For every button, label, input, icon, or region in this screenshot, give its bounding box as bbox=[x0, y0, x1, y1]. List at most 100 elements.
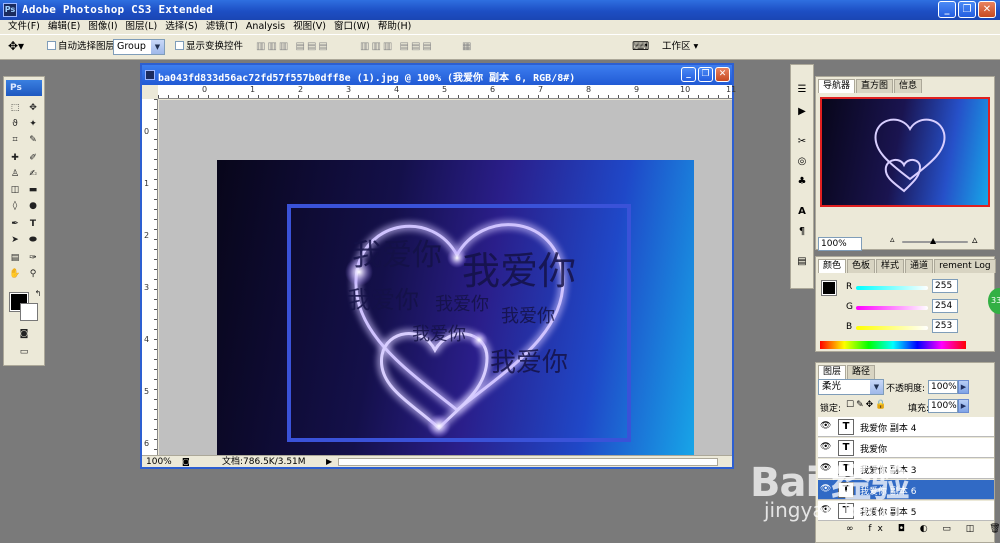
auto-select-checkbox[interactable] bbox=[47, 41, 56, 50]
vertical-ruler[interactable]: 0 1 2 3 4 5 6 bbox=[142, 99, 158, 455]
channel-b-slider[interactable] bbox=[856, 326, 928, 330]
visibility-eye-icon[interactable]: 👁 bbox=[820, 421, 832, 431]
horizontal-scrollbar[interactable] bbox=[338, 458, 718, 466]
tool-presets-icon[interactable]: ▶ bbox=[794, 105, 810, 119]
clone-source-icon[interactable]: ♣ bbox=[794, 175, 810, 189]
eyedropper-tool-icon[interactable]: ✑ bbox=[25, 251, 41, 265]
brush-tool-icon[interactable]: ✐ bbox=[25, 151, 41, 165]
tab-color[interactable]: 颜色 bbox=[818, 259, 847, 273]
tab-info[interactable]: 信息 bbox=[894, 79, 923, 93]
history-panel-icon[interactable]: ◎ bbox=[794, 155, 810, 169]
type-tool-icon[interactable]: T bbox=[25, 217, 41, 231]
menu-view[interactable]: 视图(V) bbox=[289, 20, 330, 34]
gradient-tool-icon[interactable]: ▬ bbox=[25, 183, 41, 197]
brushes-panel-icon[interactable]: ☰ bbox=[794, 83, 810, 97]
doc-restore-button[interactable]: ❐ bbox=[698, 67, 713, 82]
swap-colors-icon[interactable]: ↰ bbox=[30, 287, 46, 301]
layer-row-selected[interactable]: 👁 T 我爱你 副本 6 bbox=[818, 480, 994, 500]
color-ramp[interactable] bbox=[820, 341, 966, 349]
visibility-eye-icon[interactable]: 👁 bbox=[820, 463, 832, 473]
path-select-tool-icon[interactable]: ➤ bbox=[7, 233, 23, 247]
navigator-preview[interactable] bbox=[820, 97, 990, 207]
horizontal-ruler[interactable]: 0 1 2 3 4 5 6 7 8 9 10 11 bbox=[158, 85, 736, 99]
status-options-icon[interactable]: ◙ bbox=[182, 456, 190, 468]
distribute-buttons-group[interactable]: ▥▥▥ ▤▤▤ bbox=[360, 41, 434, 52]
visibility-eye-icon[interactable]: 👁 bbox=[820, 484, 832, 494]
status-menu-arrow-icon[interactable]: ▶ bbox=[326, 456, 332, 468]
doc-minimize-button[interactable]: _ bbox=[681, 67, 696, 82]
zoom-in-icon[interactable]: ▵ bbox=[972, 233, 978, 246]
layer-row[interactable]: 👁 T 我爱你 bbox=[818, 438, 994, 458]
fill-field[interactable]: 100% bbox=[928, 399, 958, 413]
fill-arrow-icon[interactable]: ▶ bbox=[958, 399, 969, 413]
zoom-tool-icon[interactable]: ⚲ bbox=[25, 267, 41, 281]
show-transform-checkbox[interactable] bbox=[175, 41, 184, 50]
align-buttons-group[interactable]: ▥▥▥ ▤▤▤ bbox=[256, 41, 330, 52]
menu-edit[interactable]: 编辑(E) bbox=[44, 20, 84, 34]
tab-layers[interactable]: 图层 bbox=[818, 365, 847, 379]
menu-help[interactable]: 帮助(H) bbox=[374, 20, 416, 34]
bridge-icon[interactable]: ⌨ bbox=[632, 39, 649, 53]
pen-tool-icon[interactable]: ✒ bbox=[7, 217, 23, 231]
channel-b-value[interactable]: 253 bbox=[932, 319, 958, 333]
auto-select-option[interactable]: 自动选择图层 bbox=[47, 40, 115, 54]
visibility-eye-icon[interactable]: 👁 bbox=[820, 505, 832, 515]
restore-button[interactable]: ❐ bbox=[958, 1, 976, 18]
shape-tool-icon[interactable]: ⬬ bbox=[25, 233, 41, 247]
workspace-button[interactable]: 工作区 ▾ bbox=[662, 40, 698, 54]
lasso-tool-icon[interactable]: ϑ bbox=[7, 117, 23, 131]
tab-styles[interactable]: 样式 bbox=[876, 259, 905, 273]
tab-paths[interactable]: 路径 bbox=[847, 365, 876, 379]
menu-analysis[interactable]: Analysis bbox=[242, 20, 289, 34]
menu-window[interactable]: 窗口(W) bbox=[330, 20, 374, 34]
menu-layer[interactable]: 图层(L) bbox=[122, 20, 162, 34]
navigator-zoom-field[interactable]: 100% bbox=[818, 237, 862, 251]
tab-measurement-log[interactable]: rement Log bbox=[934, 259, 996, 273]
menu-image[interactable]: 图像(I) bbox=[84, 20, 121, 34]
channel-r-slider[interactable] bbox=[856, 286, 928, 290]
channel-r-value[interactable]: 255 bbox=[932, 279, 958, 293]
character-panel-icon[interactable]: A bbox=[794, 205, 810, 219]
notes-tool-icon[interactable]: ▤ bbox=[7, 251, 23, 265]
healing-brush-tool-icon[interactable]: ✚ bbox=[7, 151, 23, 165]
menu-filter[interactable]: 滤镜(T) bbox=[202, 20, 242, 34]
crop-tool-icon[interactable]: ⌗ bbox=[7, 133, 23, 147]
marquee-tool-icon[interactable]: ⬚ bbox=[7, 101, 23, 115]
tab-navigator[interactable]: 导航器 bbox=[818, 79, 856, 93]
auto-select-mode-dropdown[interactable]: Group ▼ bbox=[113, 39, 165, 55]
quick-mask-icon[interactable]: ◙ bbox=[16, 327, 32, 341]
screen-mode-icon[interactable]: ▭ bbox=[16, 345, 32, 359]
move-tool-preset-icon[interactable]: ✥▾ bbox=[8, 39, 24, 53]
blur-tool-icon[interactable]: ◊ bbox=[7, 199, 23, 213]
show-transform-option[interactable]: 显示变换控件 bbox=[175, 40, 243, 54]
visibility-eye-icon[interactable]: 👁 bbox=[820, 442, 832, 452]
color-fg-swatch[interactable] bbox=[821, 280, 837, 296]
blend-mode-dropdown[interactable]: 柔光 ▼ bbox=[818, 379, 884, 395]
doc-zoom-value[interactable]: 100% bbox=[146, 456, 172, 468]
move-tool-icon[interactable]: ✥ bbox=[25, 101, 41, 115]
paragraph-panel-icon[interactable]: ¶ bbox=[794, 225, 810, 239]
tab-swatches[interactable]: 色板 bbox=[847, 259, 876, 273]
slice-tool-icon[interactable]: ✎ bbox=[25, 133, 41, 147]
close-button[interactable]: ✕ bbox=[978, 1, 996, 18]
zoom-out-icon[interactable]: ▵ bbox=[890, 235, 895, 245]
auto-align-button[interactable]: ▦ bbox=[462, 41, 473, 52]
artwork-image[interactable]: 我爱你 我爱你 我爱你 我爱你 我爱你 我爱你 我爱你 bbox=[217, 160, 694, 463]
magic-wand-tool-icon[interactable]: ✦ bbox=[25, 117, 41, 131]
layer-comps-icon[interactable]: ▤ bbox=[794, 255, 810, 269]
background-color-swatch[interactable] bbox=[20, 303, 38, 321]
canvas-area[interactable]: 我爱你 我爱你 我爱你 我爱你 我爱你 我爱你 我爱你 bbox=[159, 100, 732, 463]
opacity-arrow-icon[interactable]: ▶ bbox=[958, 380, 969, 394]
menu-file[interactable]: 文件(F) bbox=[4, 20, 44, 34]
layer-row[interactable]: 👁 T 我爱你 副本 3 bbox=[818, 459, 994, 479]
hand-tool-icon[interactable]: ✋ bbox=[7, 267, 23, 281]
history-brush-tool-icon[interactable]: ✍ bbox=[25, 167, 41, 181]
opacity-field[interactable]: 100% bbox=[928, 380, 958, 394]
clone-stamp-tool-icon[interactable]: ♙ bbox=[7, 167, 23, 181]
channel-g-slider[interactable] bbox=[856, 306, 928, 310]
channel-g-value[interactable]: 254 bbox=[932, 299, 958, 313]
navigator-slider-thumb[interactable]: ▲ bbox=[930, 236, 936, 245]
doc-close-button[interactable]: ✕ bbox=[715, 67, 730, 82]
minimize-button[interactable]: _ bbox=[938, 1, 956, 18]
eraser-tool-icon[interactable]: ◫ bbox=[7, 183, 23, 197]
